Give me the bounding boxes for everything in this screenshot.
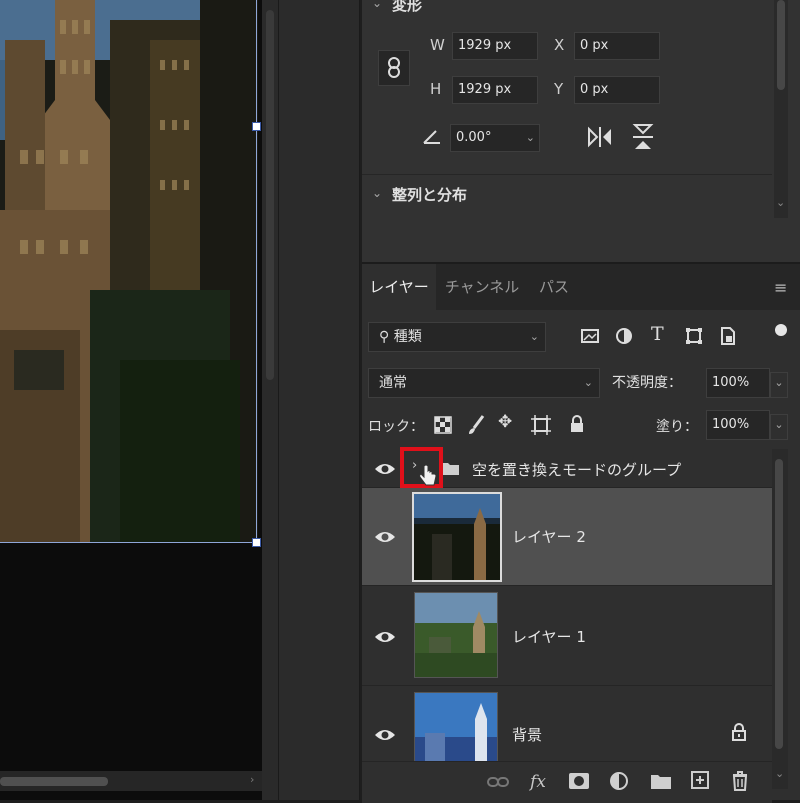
x-label: X bbox=[554, 36, 565, 54]
width-label: W bbox=[430, 36, 445, 54]
add-mask-icon[interactable] bbox=[568, 772, 590, 790]
transform-bounding-box[interactable] bbox=[0, 0, 257, 543]
link-icon bbox=[388, 57, 400, 78]
layers-panel: レイヤー チャンネル パス ≡ ⚲ 種類 ⌄ T 通常 ⌄ 不透明度： 100%… bbox=[362, 262, 800, 803]
width-input[interactable]: 1929 px bbox=[452, 32, 538, 60]
fill-dropdown-chevron-icon[interactable]: ⌄ bbox=[770, 414, 788, 440]
properties-panel: ⌄ 変形 W 1929 px X 0 px H 1929 px Y 0 px 0… bbox=[362, 0, 800, 262]
eye-icon[interactable] bbox=[374, 462, 396, 476]
flip-vertical-icon[interactable] bbox=[630, 122, 656, 152]
angle-icon bbox=[423, 130, 440, 144]
angle-value: 0.00° bbox=[456, 130, 492, 145]
layer-filter-dropdown[interactable]: ⚲ 種類 ⌄ bbox=[368, 322, 546, 352]
scroll-down-arrow-icon[interactable]: ⌄ bbox=[775, 767, 784, 780]
layer-row-group[interactable]: › 空を置き換えモードのグループ bbox=[362, 447, 772, 488]
eye-icon[interactable] bbox=[374, 630, 396, 644]
group-layer-name[interactable]: 空を置き換えモードのグループ bbox=[472, 459, 681, 480]
y-input[interactable]: 0 px bbox=[574, 76, 660, 104]
chevron-down-icon: ⌄ bbox=[583, 376, 593, 389]
fx-icon[interactable]: fx bbox=[526, 770, 550, 794]
filter-kind-value: 種類 bbox=[393, 329, 422, 345]
height-label: H bbox=[430, 80, 442, 98]
eye-icon[interactable] bbox=[374, 728, 396, 742]
scrollbar-thumb[interactable] bbox=[0, 777, 108, 786]
background-thumbnail-image bbox=[415, 693, 497, 761]
document-canvas[interactable]: › bbox=[0, 0, 278, 800]
folder-icon bbox=[441, 463, 459, 475]
layer-thumbnail[interactable] bbox=[412, 492, 502, 582]
layer-thumbnail[interactable] bbox=[414, 692, 498, 762]
lock-position-move-icon[interactable]: ✥ bbox=[498, 412, 512, 432]
adjustment-layer-icon[interactable] bbox=[608, 770, 630, 792]
blend-mode-dropdown[interactable]: 通常 ⌄ bbox=[368, 368, 600, 398]
background-layer-name[interactable]: 背景 bbox=[512, 724, 542, 745]
smart-object-filter-icon[interactable] bbox=[718, 326, 738, 346]
chevron-down-icon[interactable]: ⌄ bbox=[526, 125, 535, 151]
panel-dock-gap bbox=[278, 0, 360, 800]
layers-scrollbar[interactable]: ⌄ bbox=[772, 449, 788, 789]
opacity-dropdown-chevron-icon[interactable]: ⌄ bbox=[770, 372, 788, 398]
lock-icon bbox=[732, 723, 746, 741]
link-dimensions-button[interactable] bbox=[378, 50, 410, 86]
opacity-input[interactable]: 100% bbox=[706, 368, 770, 398]
x-input[interactable]: 0 px bbox=[574, 32, 660, 60]
chevron-down-icon[interactable]: ⌄ bbox=[372, 0, 382, 10]
tab-channels[interactable]: チャンネル bbox=[438, 264, 526, 310]
scroll-down-arrow-icon[interactable]: ⌄ bbox=[776, 196, 785, 209]
flip-horizontal-icon[interactable] bbox=[586, 124, 614, 150]
transform-handle-bottom-right[interactable] bbox=[252, 538, 261, 547]
panel-menu-icon[interactable]: ≡ bbox=[774, 278, 787, 297]
layers-bottom-toolbar: fx bbox=[362, 761, 772, 803]
panel-tabs: レイヤー チャンネル パス ≡ bbox=[362, 264, 800, 310]
pixel-layer-filter-icon[interactable] bbox=[580, 326, 600, 346]
align-distribute-section-title[interactable]: 整列と分布 bbox=[392, 184, 467, 205]
scrollbar-thumb[interactable] bbox=[775, 459, 783, 749]
y-label: Y bbox=[554, 80, 564, 98]
filter-toggle-switch[interactable] bbox=[775, 324, 787, 336]
shape-layer-filter-icon[interactable] bbox=[684, 326, 704, 346]
type-layer-filter-icon[interactable]: T bbox=[651, 323, 664, 345]
layer-1-name[interactable]: レイヤー 1 bbox=[512, 626, 586, 647]
tab-layers[interactable]: レイヤー bbox=[362, 264, 436, 310]
chevron-down-icon[interactable]: ⌄ bbox=[372, 186, 382, 200]
scrollbar-thumb[interactable] bbox=[266, 10, 274, 380]
fill-label: 塗り： bbox=[656, 419, 698, 435]
transform-handle-right[interactable] bbox=[252, 122, 261, 131]
trash-icon[interactable] bbox=[730, 770, 750, 792]
link-layers-icon[interactable] bbox=[486, 774, 510, 790]
chevron-down-icon: ⌄ bbox=[529, 330, 539, 343]
properties-scrollbar[interactable]: ⌄ bbox=[774, 0, 788, 218]
layer-2-thumbnail-image bbox=[414, 494, 500, 580]
height-input[interactable]: 1929 px bbox=[452, 76, 538, 104]
layer-thumbnail[interactable] bbox=[414, 592, 498, 678]
layer-2-name[interactable]: レイヤー 2 bbox=[512, 526, 586, 547]
layer-1-thumbnail-image bbox=[415, 593, 497, 677]
new-group-folder-icon[interactable] bbox=[650, 772, 672, 790]
lock-artboard-icon[interactable] bbox=[530, 414, 552, 436]
layer-row-layer-2[interactable]: レイヤー 2 bbox=[362, 488, 772, 586]
adjustment-layer-filter-icon[interactable] bbox=[614, 326, 634, 346]
opacity-label: 不透明度： bbox=[612, 375, 682, 391]
tab-paths[interactable]: パス bbox=[528, 264, 580, 310]
new-layer-icon[interactable] bbox=[690, 770, 710, 790]
scrollbar-thumb[interactable] bbox=[777, 0, 785, 90]
blend-mode-value: 通常 bbox=[379, 375, 407, 391]
eye-icon[interactable] bbox=[374, 530, 396, 544]
hand-pointer-cursor-icon bbox=[419, 464, 437, 486]
lock-label: ロック： bbox=[368, 419, 424, 435]
layer-row-layer-1[interactable]: レイヤー 1 bbox=[362, 586, 772, 686]
transform-section-title[interactable]: 変形 bbox=[392, 0, 422, 15]
fill-input[interactable]: 100% bbox=[706, 410, 770, 440]
scroll-right-arrow-icon[interactable]: › bbox=[250, 773, 254, 786]
canvas-horizontal-scrollbar[interactable]: › bbox=[0, 771, 262, 791]
layer-row-background[interactable]: 背景 bbox=[362, 686, 772, 762]
search-icon: ⚲ bbox=[379, 329, 390, 345]
section-divider bbox=[362, 174, 772, 175]
lock-transparent-pixels-icon[interactable] bbox=[434, 416, 452, 434]
lock-all-icon[interactable] bbox=[568, 414, 586, 434]
angle-input[interactable]: 0.00° ⌄ bbox=[450, 124, 540, 152]
lock-image-pixels-brush-icon[interactable] bbox=[466, 414, 486, 436]
